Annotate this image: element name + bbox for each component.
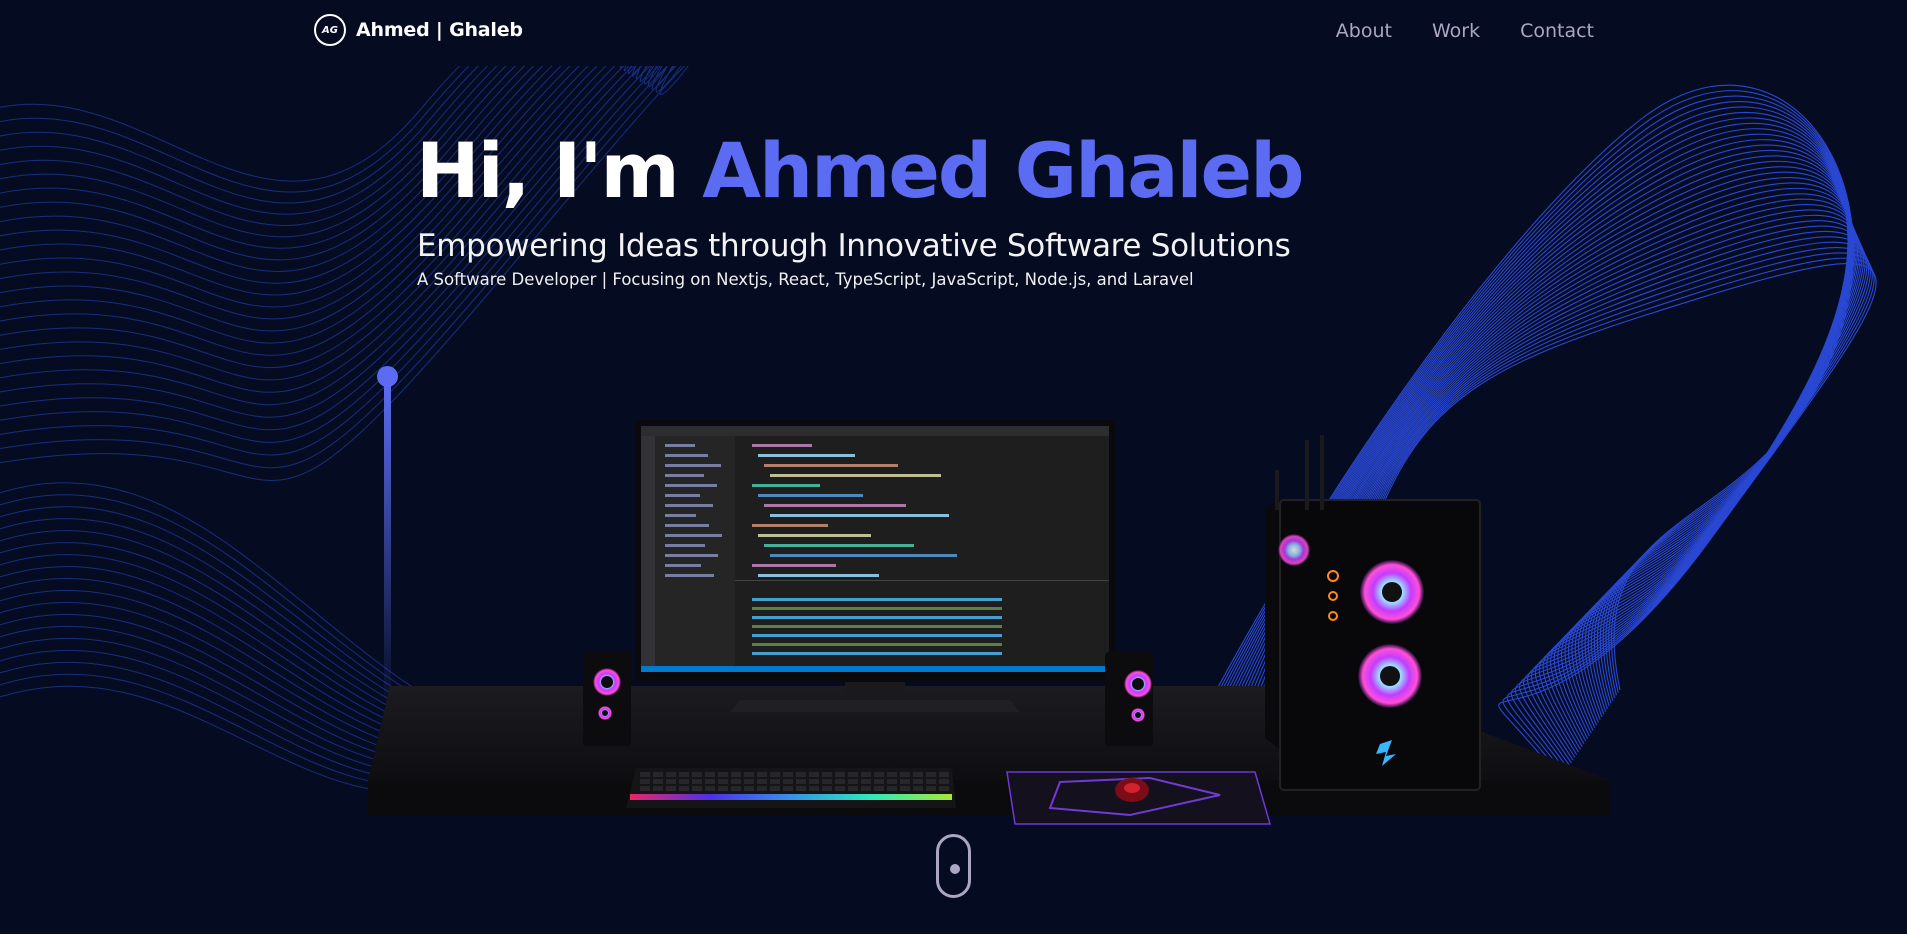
hero-title-prefix: Hi, I'm bbox=[416, 126, 680, 215]
nav-link-contact[interactable]: Contact bbox=[1520, 20, 1594, 42]
hero-title-name: Ahmed Ghaleb bbox=[702, 126, 1304, 215]
timeline-dot bbox=[377, 366, 398, 387]
nav-link-work[interactable]: Work bbox=[1432, 20, 1480, 42]
logo-icon: AG bbox=[314, 14, 346, 46]
nav-link-about[interactable]: About bbox=[1336, 20, 1392, 42]
scroll-down-button[interactable] bbox=[936, 834, 971, 898]
nav-links: About Work Contact bbox=[1336, 20, 1594, 42]
speaker-right bbox=[1105, 652, 1153, 746]
hero-description: A Software Developer | Focusing on Nextj… bbox=[417, 270, 1194, 289]
logo-text: AG bbox=[322, 24, 338, 36]
brand-link[interactable]: AG Ahmed | Ghaleb bbox=[314, 14, 523, 46]
pc-tower-side bbox=[1265, 500, 1280, 750]
brand-name: Ahmed | Ghaleb bbox=[356, 19, 523, 41]
navbar: AG Ahmed | Ghaleb About Work Contact bbox=[0, 0, 1907, 66]
scroll-indicator-dot bbox=[950, 864, 960, 874]
hero-title: Hi, I'm Ahmed Ghaleb bbox=[416, 126, 1305, 215]
speaker-left bbox=[583, 652, 631, 746]
desktop-pc-3d-canvas[interactable] bbox=[360, 410, 1630, 900]
hero-subtitle: Empowering Ideas through Innovative Soft… bbox=[417, 228, 1291, 264]
